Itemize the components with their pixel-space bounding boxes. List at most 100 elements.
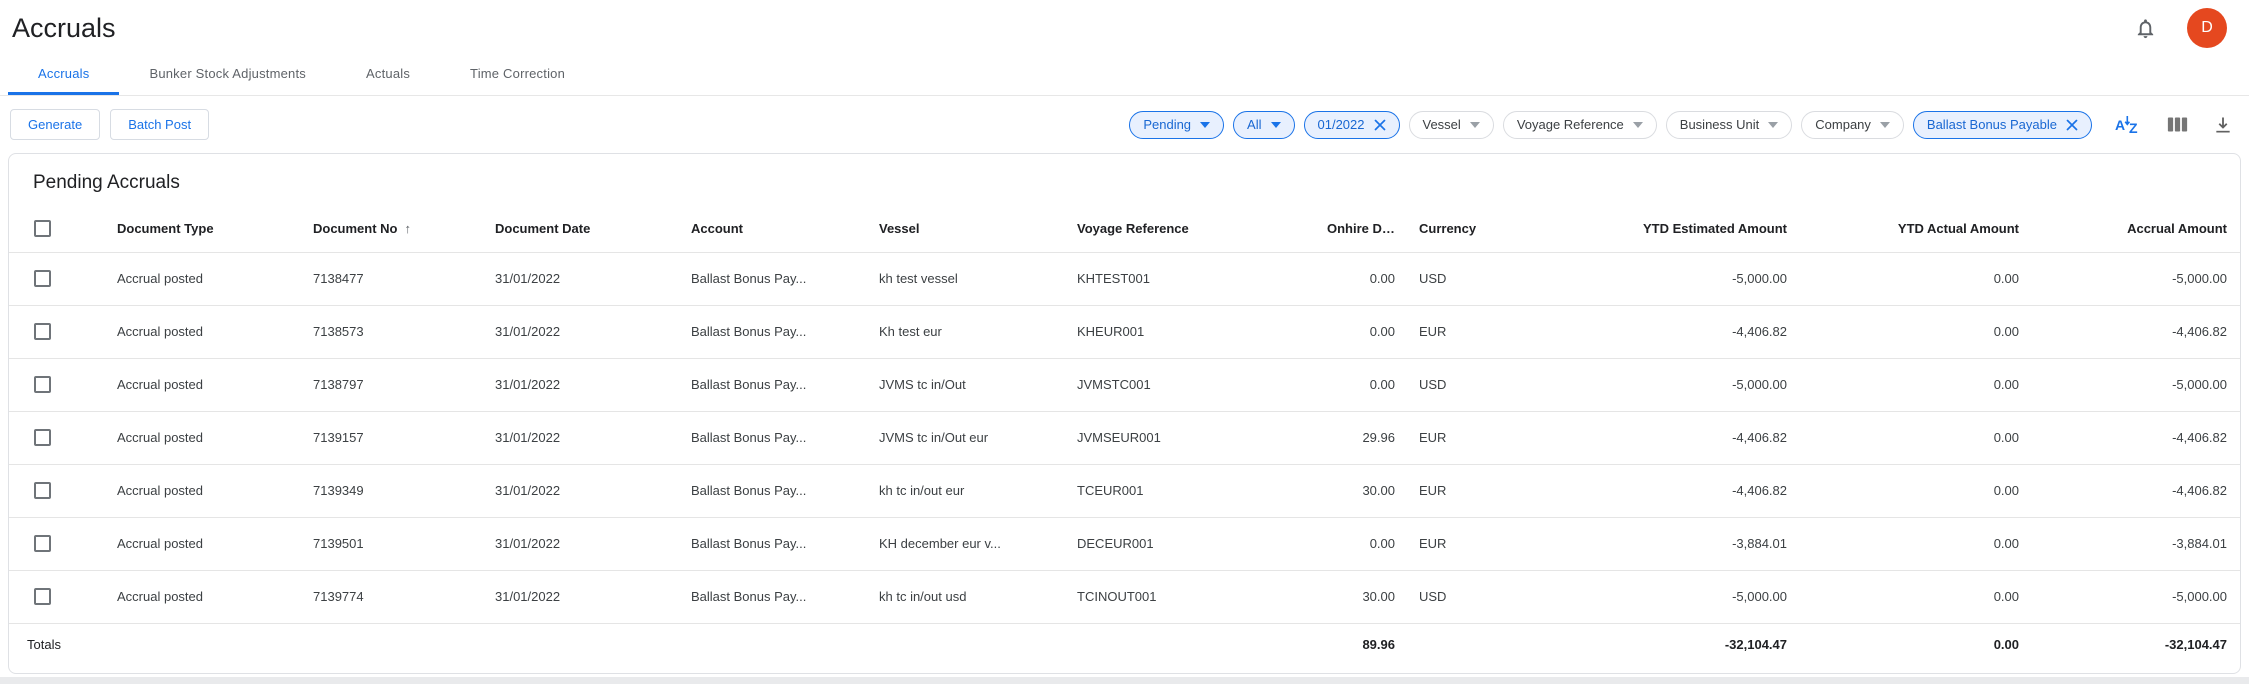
cell-ytd-actual-amount: 0.00 bbox=[1811, 358, 2043, 411]
clear-icon[interactable] bbox=[2066, 119, 2078, 131]
cell-document-no: 7138573 bbox=[313, 305, 495, 358]
cell-ytd-actual-amount: 0.00 bbox=[1811, 517, 2043, 570]
row-checkbox[interactable] bbox=[34, 429, 51, 446]
row-checkbox[interactable] bbox=[34, 376, 51, 393]
col-header-document-type[interactable]: Document Type bbox=[117, 206, 313, 252]
filter-chip-label: Voyage Reference bbox=[1517, 117, 1624, 132]
cell-ytd-estimated-amount: -3,884.01 bbox=[1549, 517, 1811, 570]
filter-chip-vessel[interactable]: Vessel bbox=[1409, 111, 1494, 139]
column-header-label: Voyage Reference bbox=[1077, 221, 1189, 236]
download-button[interactable] bbox=[2211, 113, 2235, 137]
column-header-label: Accrual Amount bbox=[2127, 221, 2227, 236]
col-header-onhire-days[interactable]: Onhire Days bbox=[1327, 206, 1419, 252]
filter-chip-ballast-bonus-payable[interactable]: Ballast Bonus Payable bbox=[1913, 111, 2092, 139]
clear-icon[interactable] bbox=[1374, 119, 1386, 131]
cell-voyage-reference: JVMSEUR001 bbox=[1077, 411, 1327, 464]
cell-ytd-estimated-amount: -5,000.00 bbox=[1549, 570, 1811, 623]
cell-currency: USD bbox=[1419, 252, 1549, 305]
cell-currency: EUR bbox=[1419, 305, 1549, 358]
col-header-vessel[interactable]: Vessel bbox=[879, 206, 1077, 252]
filter-chip-pending[interactable]: Pending bbox=[1129, 111, 1224, 139]
column-header-label: Document Date bbox=[495, 221, 590, 236]
col-header-account[interactable]: Account bbox=[691, 206, 879, 252]
cell-document-type: Accrual posted bbox=[117, 570, 313, 623]
column-header-label: YTD Estimated Amount bbox=[1643, 221, 1787, 236]
tab-accruals[interactable]: Accruals bbox=[8, 56, 119, 95]
totals-row: Totals89.96-32,104.470.00-32,104.47 bbox=[9, 623, 2241, 665]
col-header-ytd-estimated-amount[interactable]: YTD Estimated Amount bbox=[1549, 206, 1811, 252]
svg-text:Z: Z bbox=[2129, 120, 2138, 135]
row-checkbox[interactable] bbox=[34, 323, 51, 340]
generate-button[interactable]: Generate bbox=[10, 109, 100, 140]
totals-empty-cell bbox=[495, 623, 691, 665]
totals-empty-cell bbox=[1077, 623, 1327, 665]
col-header-document-date[interactable]: Document Date bbox=[495, 206, 691, 252]
chevron-down-icon bbox=[1271, 122, 1281, 128]
table-body: Accrual posted713847731/01/2022Ballast B… bbox=[9, 252, 2241, 623]
columns-button[interactable] bbox=[2165, 113, 2190, 136]
row-select-cell bbox=[9, 358, 117, 411]
col-header-voyage-reference[interactable]: Voyage Reference bbox=[1077, 206, 1327, 252]
cell-voyage-reference: KHEUR001 bbox=[1077, 305, 1327, 358]
totals-empty-cell bbox=[691, 623, 879, 665]
totals-ytd-actual-amount: 0.00 bbox=[1811, 623, 2043, 665]
app-window: Accruals D AccrualsBunker Stock Adjustme… bbox=[0, 0, 2249, 677]
cell-accrual-amount: -5,000.00 bbox=[2043, 358, 2241, 411]
filter-chip-business-unit[interactable]: Business Unit bbox=[1666, 111, 1792, 139]
col-header-currency[interactable]: Currency bbox=[1419, 206, 1549, 252]
row-checkbox[interactable] bbox=[34, 535, 51, 552]
cell-document-type: Accrual posted bbox=[117, 411, 313, 464]
filter-chips: Pending All 01/2022 Vessel Voyage Reference B… bbox=[1120, 111, 2092, 139]
col-header-accrual-amount[interactable]: Accrual Amount bbox=[2043, 206, 2241, 252]
tab-bar: AccrualsBunker Stock AdjustmentsActualsT… bbox=[0, 56, 2249, 96]
chevron-down-icon bbox=[1768, 122, 1778, 128]
cell-ytd-estimated-amount: -4,406.82 bbox=[1549, 411, 1811, 464]
filter-chip-01-2022[interactable]: 01/2022 bbox=[1304, 111, 1400, 139]
row-checkbox[interactable] bbox=[34, 482, 51, 499]
cell-vessel: JVMS tc in/Out bbox=[879, 358, 1077, 411]
cell-currency: EUR bbox=[1419, 411, 1549, 464]
avatar[interactable]: D bbox=[2187, 8, 2227, 48]
sort-ascending-icon: ↑ bbox=[405, 221, 412, 236]
cell-account: Ballast Bonus Pay... bbox=[691, 358, 879, 411]
cell-account: Ballast Bonus Pay... bbox=[691, 517, 879, 570]
cell-accrual-amount: -5,000.00 bbox=[2043, 570, 2241, 623]
table-row: Accrual posted713950131/01/2022Ballast B… bbox=[9, 517, 2241, 570]
cell-voyage-reference: TCINOUT001 bbox=[1077, 570, 1327, 623]
tab-time-correction[interactable]: Time Correction bbox=[440, 56, 595, 95]
cell-onhire-days: 0.00 bbox=[1327, 358, 1419, 411]
cell-document-type: Accrual posted bbox=[117, 252, 313, 305]
table-row: Accrual posted713857331/01/2022Ballast B… bbox=[9, 305, 2241, 358]
tab-actuals[interactable]: Actuals bbox=[336, 56, 440, 95]
cell-document-date: 31/01/2022 bbox=[495, 570, 691, 623]
cell-currency: EUR bbox=[1419, 464, 1549, 517]
cell-document-type: Accrual posted bbox=[117, 358, 313, 411]
cell-ytd-actual-amount: 0.00 bbox=[1811, 305, 2043, 358]
row-checkbox[interactable] bbox=[34, 270, 51, 287]
sort-button[interactable]: A Z bbox=[2113, 112, 2144, 137]
filter-chip-company[interactable]: Company bbox=[1801, 111, 1904, 139]
col-header-document-no[interactable]: Document No↑ bbox=[313, 206, 495, 252]
download-icon bbox=[2213, 123, 2233, 138]
col-header-ytd-actual-amount[interactable]: YTD Actual Amount bbox=[1811, 206, 2043, 252]
batch-post-button[interactable]: Batch Post bbox=[110, 109, 209, 140]
filter-chip-voyage-reference[interactable]: Voyage Reference bbox=[1503, 111, 1657, 139]
tab-bunker-stock-adjustments[interactable]: Bunker Stock Adjustments bbox=[119, 56, 336, 95]
cell-vessel: Kh test eur bbox=[879, 305, 1077, 358]
notifications-button[interactable] bbox=[2130, 13, 2161, 44]
sort-alpha-icon: A Z bbox=[2115, 123, 2142, 138]
cell-accrual-amount: -5,000.00 bbox=[2043, 252, 2241, 305]
cell-ytd-actual-amount: 0.00 bbox=[1811, 464, 2043, 517]
pending-accruals-card: Pending Accruals Document TypeDocument N… bbox=[8, 153, 2241, 674]
cell-onhire-days: 0.00 bbox=[1327, 252, 1419, 305]
totals-accrual-amount: -32,104.47 bbox=[2043, 623, 2241, 665]
row-checkbox[interactable] bbox=[34, 588, 51, 605]
table-row: Accrual posted713879731/01/2022Ballast B… bbox=[9, 358, 2241, 411]
cell-ytd-actual-amount: 0.00 bbox=[1811, 570, 2043, 623]
top-bar: Accruals D bbox=[0, 0, 2249, 48]
select-all-checkbox[interactable] bbox=[34, 220, 51, 237]
filter-chip-all[interactable]: All bbox=[1233, 111, 1294, 139]
table-row: Accrual posted713977431/01/2022Ballast B… bbox=[9, 570, 2241, 623]
cell-voyage-reference: DECEUR001 bbox=[1077, 517, 1327, 570]
totals-empty-cell bbox=[879, 623, 1077, 665]
